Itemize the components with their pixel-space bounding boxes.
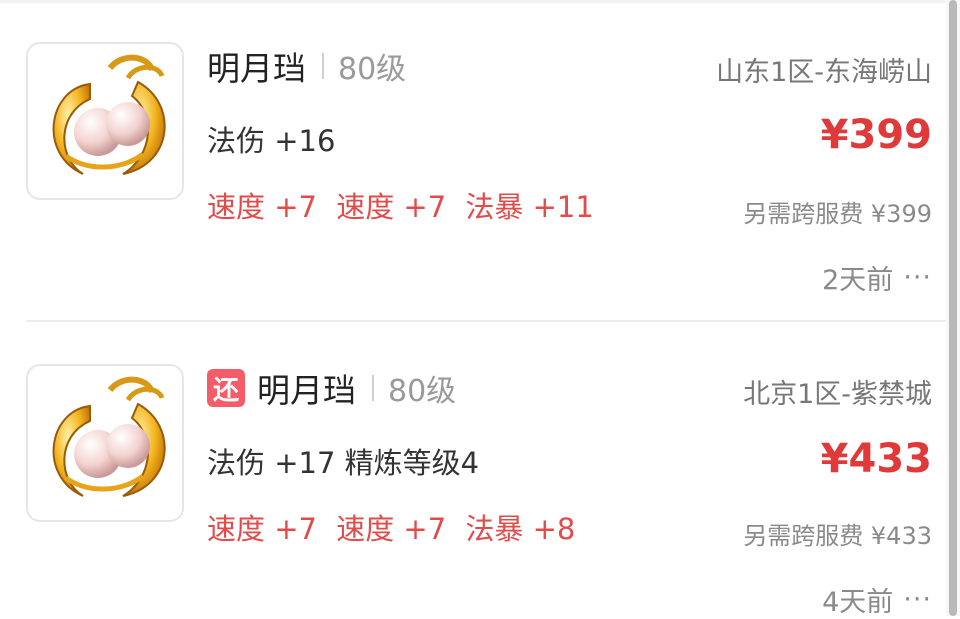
time-text: 4天前 — [822, 587, 894, 618]
server-name: 北京1区-紫禁城 — [743, 379, 932, 410]
listing-card[interactable]: 还 明月珰 80级 法伤 +17 精炼等级4 速度 +7 速度 +7 法暴 +8… — [0, 322, 946, 619]
item-thumbnail[interactable] — [26, 42, 184, 200]
item-title-row: 明月珰 80级 — [207, 42, 406, 90]
earring-item-icon — [52, 376, 166, 497]
scrollbar-thumb[interactable] — [949, 0, 957, 616]
extra-stat: 速度 +7 — [207, 512, 317, 546]
price: ¥399 — [820, 112, 932, 158]
base-stat: 法伤 +16 — [207, 124, 336, 158]
price: ¥433 — [820, 436, 932, 482]
extra-stats: 速度 +7 速度 +7 法暴 +11 — [207, 184, 604, 226]
extra-stat: 速度 +7 — [336, 512, 447, 546]
more-icon[interactable]: ··· — [903, 584, 932, 615]
listing-card[interactable]: 明月珰 80级 法伤 +16 速度 +7 速度 +7 法暴 +11 山东1区-东… — [0, 0, 946, 322]
extra-stat: 速度 +7 — [207, 190, 317, 224]
cross-server-fee: 另需跨服费 ¥433 — [743, 522, 932, 550]
item-name: 明月珰 — [257, 371, 356, 410]
item-title-row: 还 明月珰 80级 — [207, 364, 456, 412]
extra-stats: 速度 +7 速度 +7 法暴 +8 — [207, 506, 585, 548]
item-level: 80级 — [338, 52, 407, 87]
listing-time: 4天前 ··· — [822, 580, 932, 619]
return-badge: 还 — [207, 369, 245, 407]
cross-server-fee: 另需跨服费 ¥399 — [743, 200, 932, 228]
more-icon[interactable]: ··· — [903, 262, 932, 293]
title-separator — [372, 375, 374, 401]
earring-item-icon — [52, 54, 166, 175]
item-thumbnail[interactable] — [26, 364, 184, 522]
time-text: 2天前 — [822, 265, 894, 296]
extra-stat: 法暴 +11 — [465, 190, 594, 224]
scrollbar[interactable] — [946, 0, 960, 616]
item-level: 80级 — [388, 374, 457, 409]
item-name: 明月珰 — [207, 49, 306, 88]
title-separator — [322, 53, 324, 79]
base-stat: 法伤 +17 精炼等级4 — [207, 446, 480, 480]
listing-time: 2天前 ··· — [822, 258, 932, 297]
extra-stat: 法暴 +8 — [465, 512, 576, 546]
extra-stat: 速度 +7 — [336, 190, 447, 224]
server-name: 山东1区-东海崂山 — [716, 57, 932, 88]
